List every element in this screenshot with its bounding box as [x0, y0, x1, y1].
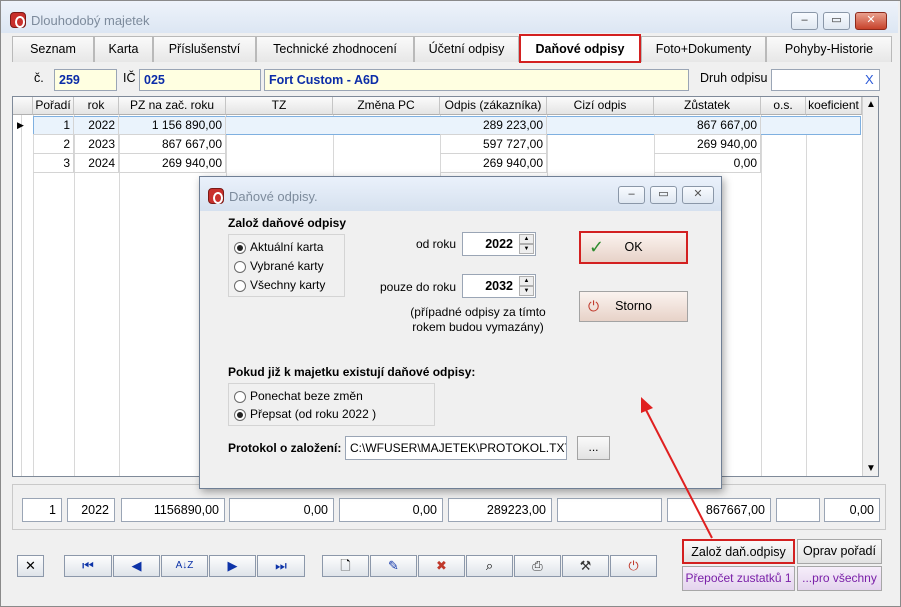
annotation-arrow-line [644, 407, 713, 539]
annotation-arrow [641, 397, 713, 539]
